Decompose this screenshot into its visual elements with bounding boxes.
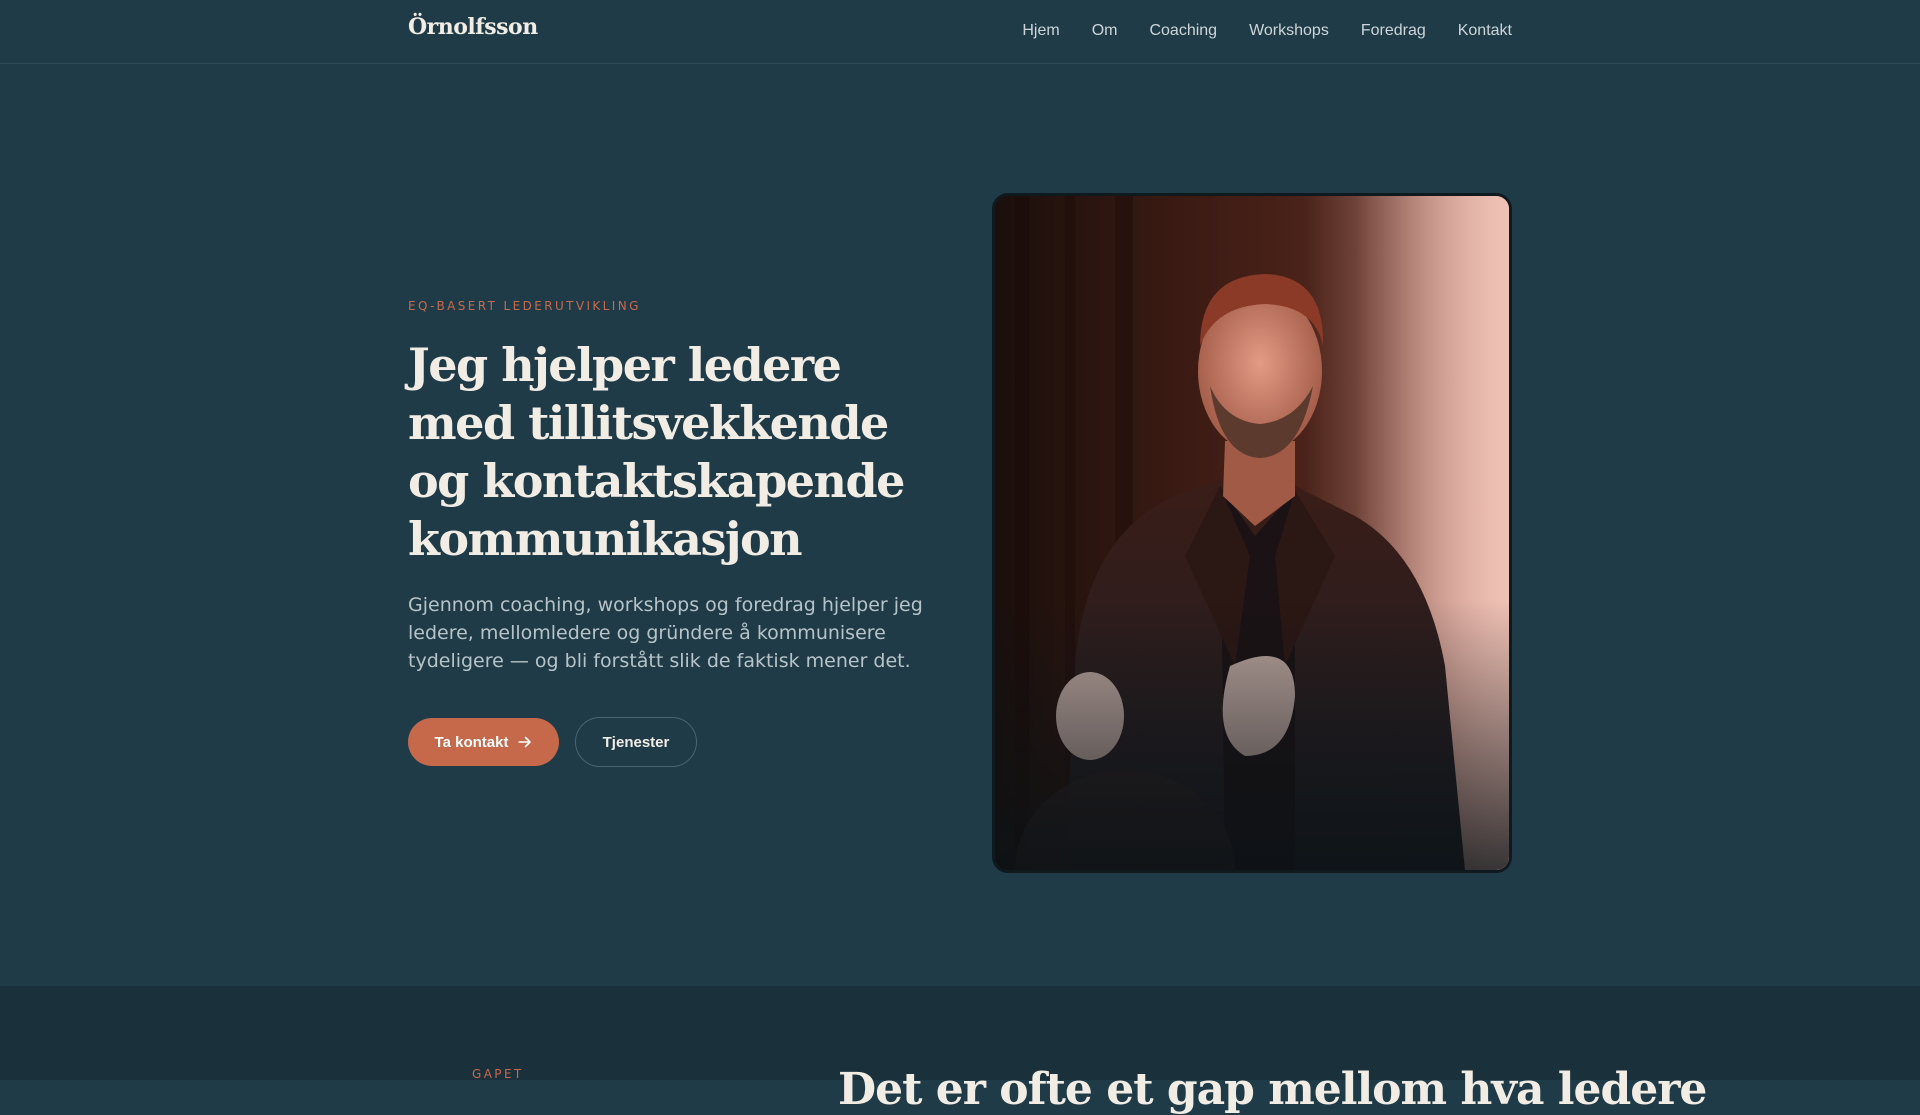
gap-eyebrow: GAPET: [472, 1067, 524, 1081]
nav-link-kontakt[interactable]: Kontakt: [1458, 22, 1512, 40]
nav-link-foredrag[interactable]: Foredrag: [1361, 22, 1426, 40]
nav-link-coaching[interactable]: Coaching: [1149, 22, 1217, 40]
contact-button-label: Ta kontakt: [434, 733, 509, 751]
services-button[interactable]: Tjenester: [575, 717, 697, 767]
main-nav: Hjem Om Coaching Workshops Foredrag Kont…: [1022, 22, 1512, 40]
hero-headline: Jeg hjelper ledere med tillitsvekkende o…: [408, 338, 905, 566]
speaker-portrait-icon: [995, 196, 1509, 870]
contact-button[interactable]: Ta kontakt: [408, 718, 559, 766]
nav-link-om[interactable]: Om: [1092, 22, 1118, 40]
gap-heading: Det er ofte et gap mellom hva ledere: [838, 1064, 1707, 1115]
site-header: Örnolfsson Hjem Om Coaching Workshops Fo…: [0, 0, 1920, 64]
arrow-right-icon: [518, 736, 532, 748]
nav-link-hjem[interactable]: Hjem: [1022, 22, 1059, 40]
nav-link-workshops[interactable]: Workshops: [1249, 22, 1329, 40]
speaker-photo: [992, 193, 1512, 873]
hero-lede: Gjennom coaching, workshops og foredrag …: [408, 594, 923, 672]
hero-eyebrow: EQ-BASERT LEDERUTVIKLING: [408, 299, 641, 313]
brand-logo[interactable]: Örnolfsson: [408, 14, 538, 40]
